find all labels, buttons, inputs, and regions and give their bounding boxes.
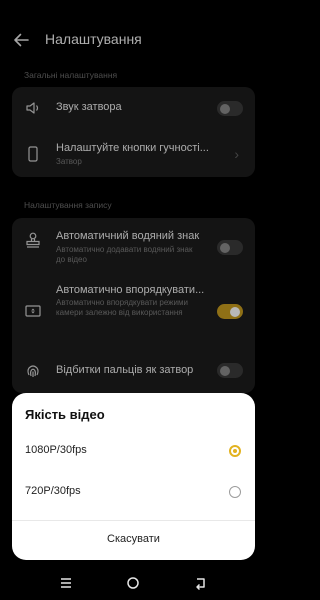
sheet-title: Якість відео xyxy=(25,407,105,422)
home-icon[interactable] xyxy=(125,575,141,591)
radio-selected[interactable] xyxy=(229,445,241,457)
option-720p[interactable]: 720P/30fps xyxy=(12,479,255,507)
radio-unselected[interactable] xyxy=(229,486,241,498)
option-1080p[interactable]: 1080P/30fps xyxy=(12,438,255,466)
video-quality-sheet: Якість відео 1080P/30fps 720P/30fps Скас… xyxy=(12,393,255,560)
cancel-button[interactable]: Скасувати xyxy=(12,525,255,553)
option-label: 720P/30fps xyxy=(25,485,81,497)
navigation-bar xyxy=(0,566,267,600)
back-icon[interactable] xyxy=(192,575,208,591)
divider xyxy=(12,520,255,521)
option-label: 1080P/30fps xyxy=(25,444,87,456)
menu-icon[interactable] xyxy=(58,575,74,591)
